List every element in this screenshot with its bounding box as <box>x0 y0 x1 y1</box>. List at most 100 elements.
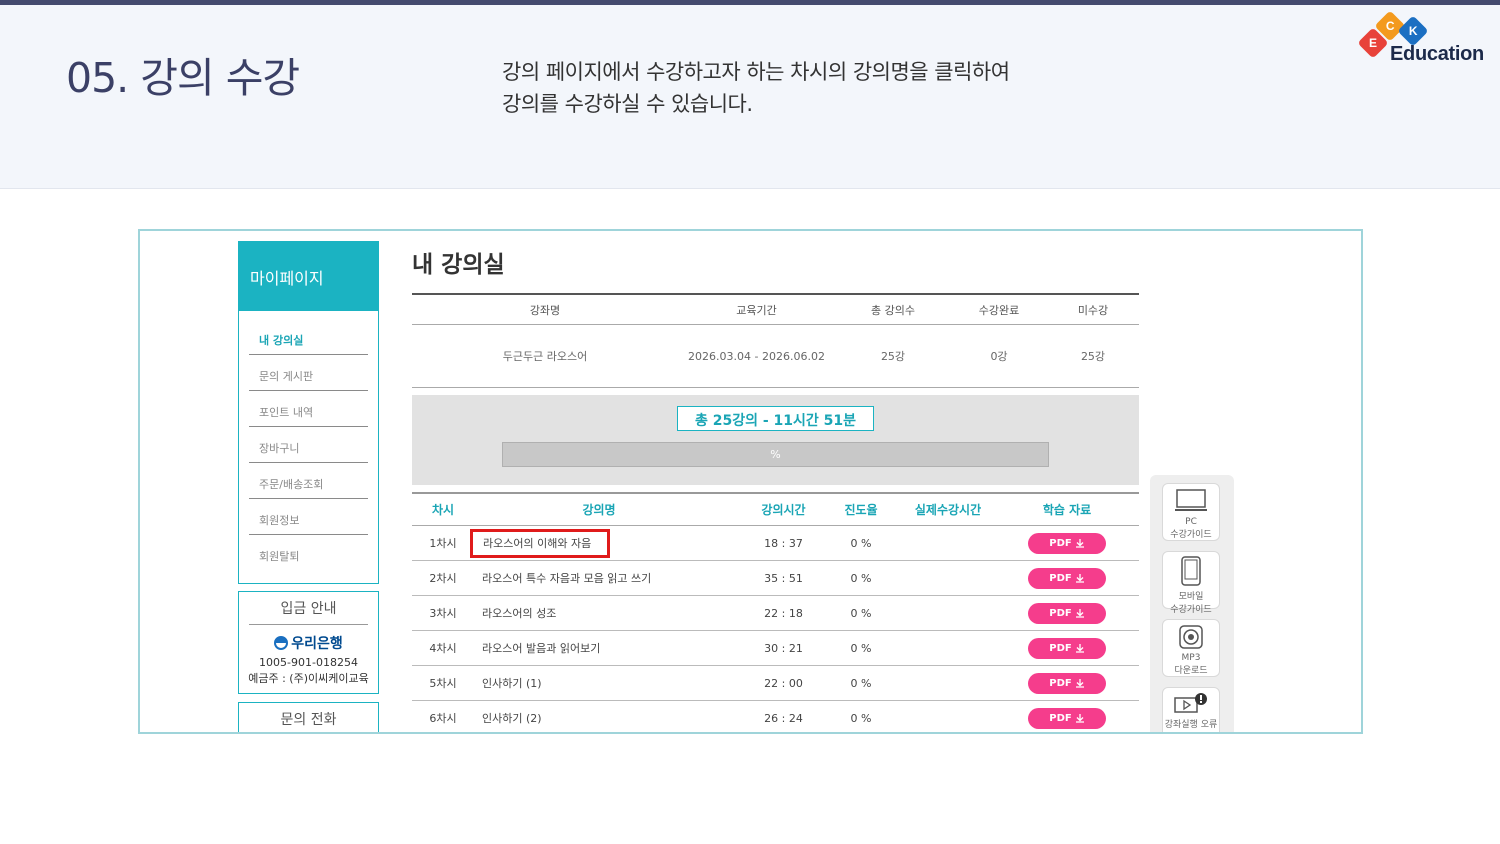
summary-header-remaining: 미수강 <box>1077 303 1109 317</box>
sidebar-item-withdraw[interactable]: 회원탈퇴 <box>249 535 368 571</box>
mobile-guide-label-1: 모바일 <box>1178 592 1204 602</box>
page-title: 내 강의실 <box>412 252 505 278</box>
progress-summary-label: 총 25강의 - 11시간 51분 <box>677 406 874 431</box>
lecture-title-link[interactable]: 인사하기 (1) <box>482 677 542 690</box>
pdf-label: PDF <box>1049 537 1072 549</box>
lecture-time: 22 : 18 <box>764 606 803 620</box>
call-info-title: 문의 전화 <box>280 712 337 728</box>
lecture-no: 2차시 <box>429 572 457 585</box>
summary-header-total: 총 강의수 <box>871 303 915 317</box>
pdf-download-button[interactable]: PDF <box>1028 707 1106 729</box>
logo-text: Education <box>1390 43 1484 65</box>
lecture-time: 26 : 24 <box>764 711 803 725</box>
lecture-title-link[interactable]: 인사하기 (2) <box>482 712 542 725</box>
lecture-title-cell: 인사하기 (1) <box>474 675 724 691</box>
pdf-download-button[interactable]: PDF <box>1028 567 1106 589</box>
mobile-guide-label-2: 수강가이드 <box>1170 605 1212 615</box>
summary-completed: 0강 <box>990 350 1008 363</box>
mp3-download-label-2: 다운로드 <box>1174 666 1208 676</box>
lecture-table: 차시 강의명 강의시간 진도율 실제수강시간 학습 자료 1차시 라오스어의 이해… <box>412 492 1139 732</box>
pdf-label: PDF <box>1049 607 1072 619</box>
quick-menu: PC 수강가이드 모바일 수강가이드 MP3 다운로드 강좌실행 오류 <box>1150 475 1234 732</box>
mp3-download-button[interactable]: MP3 다운로드 <box>1162 619 1220 677</box>
lecture-title-cell: 라오스어의 이해와 자음 <box>470 529 724 558</box>
bank-owner: 예금주 : (주)이씨케이교육 <box>248 672 369 685</box>
sidebar-item-my-classroom[interactable]: 내 강의실 <box>249 319 368 355</box>
pc-guide-label-2: 수강가이드 <box>1170 530 1212 540</box>
lecture-no: 3차시 <box>429 607 457 620</box>
summary-total: 25강 <box>880 350 906 363</box>
download-icon <box>1075 539 1084 548</box>
lecture-rate: 0 % <box>850 641 872 655</box>
summary-header-course: 강좌명 <box>529 303 561 317</box>
sidebar-item-inquiry-board[interactable]: 문의 게시판 <box>249 355 368 391</box>
lecture-rate: 0 % <box>850 711 872 725</box>
download-icon <box>1075 714 1084 723</box>
pc-guide-button[interactable]: PC 수강가이드 <box>1162 483 1220 541</box>
lecture-row: 5차시 인사하기 (1) 22 : 00 0 % PDF <box>412 666 1139 701</box>
lecture-row: 4차시 라오스어 발음과 읽어보기 30 : 21 0 % PDF <box>412 631 1139 666</box>
summary-header-row: 강좌명 교육기간 총 강의수 수강완료 미수강 <box>412 295 1139 325</box>
progress-percent: % <box>770 448 781 461</box>
pdf-download-button[interactable]: PDF <box>1028 532 1106 554</box>
lecture-title-link[interactable]: 라오스어 발음과 읽어보기 <box>482 642 600 655</box>
lecture-materials-cell: PDF <box>1017 602 1117 624</box>
pdf-download-button[interactable]: PDF <box>1028 602 1106 624</box>
summary-remaining: 25강 <box>1080 350 1106 363</box>
lecture-rate: 0 % <box>850 536 872 550</box>
lecture-row: 1차시 라오스어의 이해와 자음 18 : 37 0 % PDF <box>412 526 1139 561</box>
pdf-label: PDF <box>1049 572 1072 584</box>
lecture-materials-cell: PDF <box>1017 707 1117 729</box>
monitor-icon <box>1175 489 1207 511</box>
lecture-title-cell: 라오스어의 성조 <box>474 605 724 621</box>
mypage-sidebar: 마이페이지 내 강의실 문의 게시판 포인트 내역 장바구니 주문/배송조회 회… <box>238 241 379 584</box>
bank-info-title: 입금 안내 <box>249 598 368 625</box>
lecture-title-cell: 라오스어 특수 자음과 모음 읽고 쓰기 <box>474 570 724 586</box>
download-icon <box>1075 644 1084 653</box>
bank-name-text: 우리은행 <box>291 636 343 652</box>
logo-cube-k: K <box>1397 15 1429 47</box>
lecture-time: 35 : 51 <box>764 571 803 585</box>
bank-info-box: 입금 안내 우리은행 1005-901-018254 예금주 : (주)이씨케이… <box>238 591 379 694</box>
pc-guide-label-1: PC <box>1185 517 1197 527</box>
lecture-title-link[interactable]: 라오스어의 성조 <box>482 607 556 620</box>
sidebar-item-points[interactable]: 포인트 내역 <box>249 391 368 427</box>
bank-name: 우리은행 <box>239 633 378 653</box>
pdf-download-button[interactable]: PDF <box>1028 637 1106 659</box>
lecture-header-time: 강의시간 <box>761 503 806 517</box>
mobile-guide-button[interactable]: 모바일 수강가이드 <box>1162 551 1220 615</box>
summary-course-name: 두근두근 라오스어 <box>502 350 588 363</box>
sidebar-item-orders[interactable]: 주문/배송조회 <box>249 463 368 499</box>
pdf-label: PDF <box>1049 642 1072 654</box>
lecture-no: 1차시 <box>429 537 457 550</box>
screenshot-frame: 마이페이지 내 강의실 문의 게시판 포인트 내역 장바구니 주문/배송조회 회… <box>138 229 1363 734</box>
lecture-materials-cell: PDF <box>1017 567 1117 589</box>
lecture-time: 18 : 37 <box>764 536 803 550</box>
lecture-header-materials: 학습 자료 <box>1042 503 1092 517</box>
lecture-title-link[interactable]: 라오스어의 이해와 자음 <box>470 529 611 558</box>
lecture-title-cell: 인사하기 (2) <box>474 710 724 726</box>
lecture-row: 2차시 라오스어 특수 자음과 모음 읽고 쓰기 35 : 51 0 % PDF <box>412 561 1139 596</box>
summary-header-period: 교육기간 <box>736 303 777 317</box>
video-error-icon <box>1174 693 1207 713</box>
lecture-no: 6차시 <box>429 712 457 725</box>
sidebar-item-cart[interactable]: 장바구니 <box>249 427 368 463</box>
bank-logo-icon <box>274 636 289 650</box>
progress-panel: 총 25강의 - 11시간 51분 % <box>412 395 1139 485</box>
lecture-materials-cell: PDF <box>1017 637 1117 659</box>
lecture-header-title: 강의명 <box>582 503 616 517</box>
summary-period: 2026.03.04 - 2026.06.02 <box>688 349 825 363</box>
lecture-rate: 0 % <box>850 676 872 690</box>
lecture-row: 3차시 라오스어의 성조 22 : 18 0 % PDF <box>412 596 1139 631</box>
lecture-no: 4차시 <box>429 642 457 655</box>
lecture-title-link[interactable]: 라오스어 특수 자음과 모음 읽고 쓰기 <box>482 572 651 585</box>
playback-error-button[interactable]: 강좌실행 오류 <box>1162 687 1220 732</box>
slide-description: 강의 페이지에서 수강하고자 하는 차시의 강의명을 클릭하여 강의를 수강하실… <box>502 56 1010 120</box>
lecture-title-cell: 라오스어 발음과 읽어보기 <box>474 640 724 656</box>
sidebar-header: 마이페이지 <box>238 241 379 311</box>
pdf-download-button[interactable]: PDF <box>1028 672 1106 694</box>
summary-header-completed: 수강완료 <box>978 303 1020 317</box>
sidebar-item-member-info[interactable]: 회원정보 <box>249 499 368 535</box>
lecture-row: 6차시 인사하기 (2) 26 : 24 0 % PDF <box>412 701 1139 732</box>
lecture-rate: 0 % <box>850 571 872 585</box>
